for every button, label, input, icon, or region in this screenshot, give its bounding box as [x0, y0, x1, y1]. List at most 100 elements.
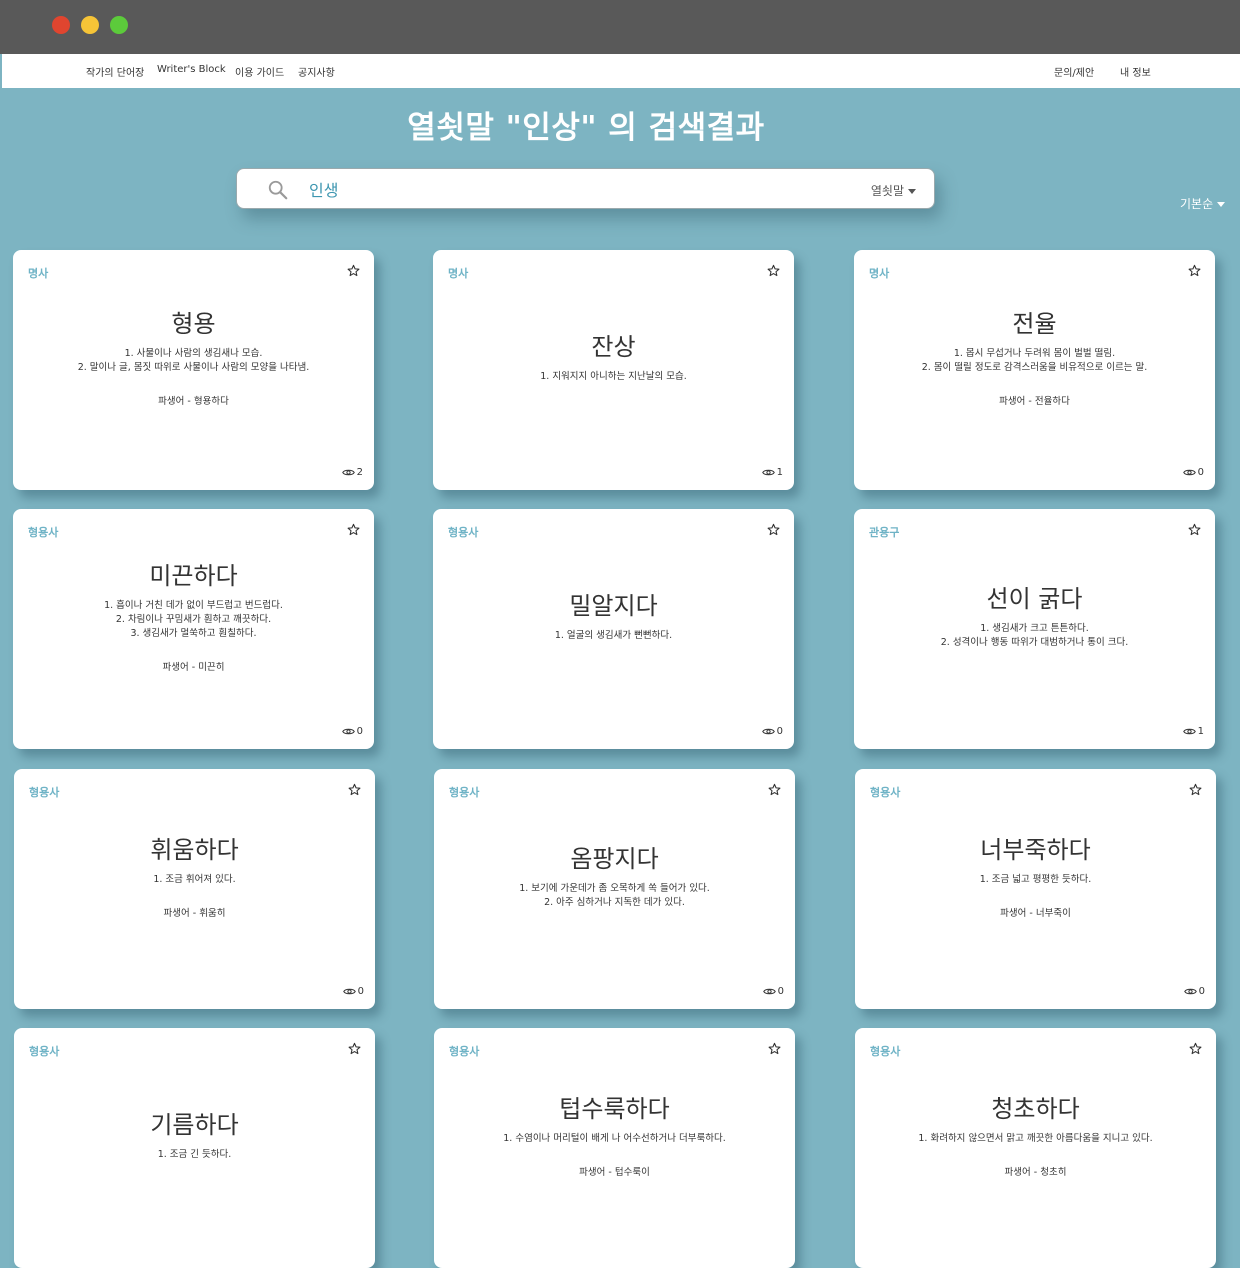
view-count-value: 0 [357, 986, 364, 997]
nav-link-my-info[interactable]: 내 정보 [1120, 64, 1151, 79]
definition-list: 1. 몹시 무섭거나 두려워 몸이 벌벌 떨림. 2. 몸이 떨릴 정도로 감격스… [922, 347, 1148, 375]
headword: 옴팡지다 [570, 844, 659, 873]
view-count-value: 0 [1197, 467, 1204, 478]
headword: 텁수룩하다 [559, 1094, 670, 1123]
card-body: 밀알지다 1. 얼굴의 생김새가 뻔뻔하다. [433, 509, 794, 719]
word-card[interactable]: 명사 전율 1. 몹시 무섭거나 두려워 몸이 벌벌 떨림. 2. 몸이 떨릴 정… [854, 250, 1215, 490]
definition-line: 2. 차림이나 꾸밈새가 훤하고 깨끗하다. [115, 613, 272, 625]
nav-link-notice[interactable]: 공지사항 [298, 64, 335, 79]
top-navbar: 작가의 단어장 Writer's Block 이용 가이드 공지사항 문의/제안… [2, 54, 1240, 88]
card-body: 미끈하다 1. 흠이나 거친 데가 없이 부드럽고 번드럽다. 2. 차림이나 꾸… [13, 509, 374, 719]
word-card[interactable]: 명사 형용 1. 사물이나 사람의 생김새나 모습. 2. 말이나 글, 몸짓 따… [13, 250, 374, 490]
view-count: 0 [1182, 467, 1204, 478]
derived-word: 파생어 - 미끈히 [162, 661, 225, 673]
card-body: 선이 굵다 1. 생김새가 크고 튼튼하다. 2. 성격이나 행동 따위가 대범하… [854, 509, 1215, 719]
definition-line: 1. 몹시 무섭거나 두려워 몸이 벌벌 떨림. [953, 347, 1116, 359]
view-count: 1 [761, 467, 783, 478]
nav-link-wordbook[interactable]: 작가의 단어장 [86, 64, 144, 79]
headword: 기름하다 [150, 1110, 239, 1139]
card-body: 휘움하다 1. 조금 휘어져 있다. 파생어 - 휘움히 [14, 769, 375, 979]
definition-line: 1. 흠이나 거친 데가 없이 부드럽고 번드럽다. [104, 599, 283, 611]
definition-line: 1. 조금 휘어져 있다. [153, 873, 236, 885]
card-body: 형용 1. 사물이나 사람의 생김새나 모습. 2. 말이나 글, 몸짓 따위로 … [13, 250, 374, 460]
definition-line: 2. 말이나 글, 몸짓 따위로 사물이나 사람의 모양을 나타냄. [77, 361, 310, 373]
definition-list: 1. 조금 넓고 평평한 듯하다. [980, 873, 1092, 887]
definition-list: 1. 얼굴의 생김새가 뻔뻔하다. [555, 629, 672, 643]
word-card[interactable]: 형용사 밀알지다 1. 얼굴의 생김새가 뻔뻔하다. 0 [433, 509, 794, 749]
word-card[interactable]: 관용구 선이 굵다 1. 생김새가 크고 튼튼하다. 2. 성격이나 행동 따위가… [854, 509, 1215, 749]
eye-icon [761, 469, 775, 476]
definition-list: 1. 보기에 가운데가 좀 오목하게 쏙 들어가 있다. 2. 아주 심하거나 지… [519, 882, 710, 910]
nav-link-guide[interactable]: 이용 가이드 [235, 64, 284, 79]
word-card[interactable]: 형용사 휘움하다 1. 조금 휘어져 있다. 파생어 - 휘움히 0 [14, 769, 375, 1009]
chevron-down-icon [908, 189, 916, 194]
sort-label: 기본순 [1180, 197, 1214, 211]
word-card[interactable]: 형용사 청초하다 1. 화려하지 않으면서 맑고 깨끗한 아름다움을 지니고 있… [855, 1028, 1216, 1268]
eye-icon [341, 469, 355, 476]
word-card[interactable]: 형용사 미끈하다 1. 흠이나 거친 데가 없이 부드럽고 번드럽다. 2. 차림… [13, 509, 374, 749]
word-card[interactable]: 형용사 기름하다 1. 조금 긴 듯하다. [14, 1028, 375, 1268]
view-count: 0 [342, 986, 364, 997]
definition-line: 1. 생김새가 크고 튼튼하다. [980, 622, 1089, 634]
sort-dropdown[interactable]: 기본순 [1180, 195, 1226, 212]
view-count-value: 2 [356, 467, 363, 478]
definition-list: 1. 화려하지 않으면서 맑고 깨끗한 아름다움을 지니고 있다. [918, 1132, 1152, 1146]
definition-line: 1. 조금 긴 듯하다. [157, 1148, 232, 1160]
definition-list: 1. 생김새가 크고 튼튼하다. 2. 성격이나 행동 따위가 대범하거나 통이 … [941, 622, 1129, 650]
close-window-button[interactable] [52, 16, 70, 34]
definition-line: 1. 지워지지 아니하는 지난날의 모습. [540, 370, 687, 382]
search-type-dropdown[interactable]: 열쇳말 [871, 182, 916, 199]
word-card[interactable]: 형용사 옴팡지다 1. 보기에 가운데가 좀 오목하게 쏙 들어가 있다. 2. … [434, 769, 795, 1009]
derived-word: 파생어 - 형용하다 [158, 395, 229, 407]
view-count-value: 1 [1197, 726, 1204, 737]
view-count-value: 0 [1198, 986, 1205, 997]
word-card[interactable]: 형용사 텁수룩하다 1. 수염이나 머리털이 배게 나 어수선하거나 더부룩하다… [434, 1028, 795, 1268]
view-count: 0 [761, 726, 783, 737]
derived-word: 파생어 - 휘움히 [163, 907, 226, 919]
nav-link-contact[interactable]: 문의/제안 [1054, 64, 1094, 79]
chevron-down-icon [1217, 202, 1226, 207]
definition-line: 1. 화려하지 않으면서 맑고 깨끗한 아름다움을 지니고 있다. [918, 1132, 1153, 1144]
minimize-window-button[interactable] [81, 16, 99, 34]
definition-list: 1. 흠이나 거친 데가 없이 부드럽고 번드럽다. 2. 차림이나 꾸밈새가 훤… [104, 599, 283, 641]
eye-icon [762, 988, 776, 995]
search-input[interactable] [309, 178, 849, 200]
search-bar: 열쇳말 [236, 168, 935, 209]
nav-link-writers-block[interactable]: Writer's Block [157, 64, 226, 75]
definition-line: 2. 성격이나 행동 따위가 대범하거나 통이 크다. [940, 636, 1129, 648]
definition-list: 1. 수염이나 머리털이 배게 나 어수선하거나 더부룩하다. [503, 1132, 725, 1146]
definition-line: 1. 보기에 가운데가 좀 오목하게 쏙 들어가 있다. [519, 882, 710, 894]
view-count: 1 [1182, 726, 1204, 737]
word-card[interactable]: 명사 잔상 1. 지워지지 아니하는 지난날의 모습. 1 [433, 250, 794, 490]
headword: 잔상 [591, 332, 636, 361]
maximize-window-button[interactable] [110, 16, 128, 34]
card-body: 옴팡지다 1. 보기에 가운데가 좀 오목하게 쏙 들어가 있다. 2. 아주 심… [434, 769, 795, 979]
headword: 휘움하다 [150, 835, 239, 864]
derived-word: 파생어 - 전율하다 [999, 395, 1070, 407]
definition-list: 1. 조금 긴 듯하다. [158, 1148, 232, 1162]
derived-word: 파생어 - 청초히 [1004, 1166, 1067, 1178]
headword: 너부죽하다 [980, 835, 1091, 864]
definition-list: 1. 지워지지 아니하는 지난날의 모습. [540, 370, 687, 384]
headword: 청초하다 [991, 1094, 1080, 1123]
eye-icon [342, 988, 356, 995]
headword: 미끈하다 [149, 561, 238, 590]
headword: 형용 [171, 309, 216, 338]
headword: 선이 굵다 [986, 584, 1083, 613]
view-count: 2 [341, 467, 363, 478]
eye-icon [1182, 469, 1196, 476]
word-card[interactable]: 형용사 너부죽하다 1. 조금 넓고 평평한 듯하다. 파생어 - 너부죽이 0 [855, 769, 1216, 1009]
headword: 밀알지다 [569, 591, 658, 620]
page-title: 열쇳말 "인상" 의 검색결과 [407, 110, 765, 146]
card-body: 텁수룩하다 1. 수염이나 머리털이 배게 나 어수선하거나 더부룩하다. 파생… [434, 1028, 795, 1238]
definition-line: 2. 몸이 떨릴 정도로 감격스러움을 비유적으로 이르는 말. [921, 361, 1148, 373]
eye-icon [341, 728, 355, 735]
view-count-value: 0 [776, 726, 783, 737]
card-body: 청초하다 1. 화려하지 않으면서 맑고 깨끗한 아름다움을 지니고 있다. 파… [855, 1028, 1216, 1238]
derived-word: 파생어 - 너부죽이 [1000, 907, 1071, 919]
view-count: 0 [1183, 986, 1205, 997]
card-body: 너부죽하다 1. 조금 넓고 평평한 듯하다. 파생어 - 너부죽이 [855, 769, 1216, 979]
search-icon[interactable] [267, 179, 289, 201]
card-body: 전율 1. 몹시 무섭거나 두려워 몸이 벌벌 떨림. 2. 몸이 떨릴 정도로 … [854, 250, 1215, 460]
search-type-label: 열쇳말 [870, 184, 904, 198]
